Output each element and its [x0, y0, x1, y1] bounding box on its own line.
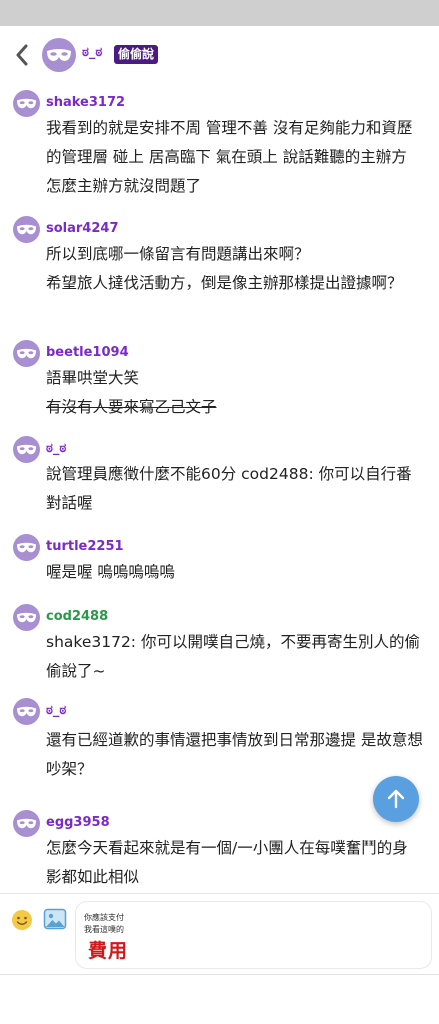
comment-username[interactable]: ಠ_ಠ	[46, 696, 423, 722]
avatar[interactable]	[13, 216, 40, 247]
comment-item: turtle2251 喔是喔 嗚嗚嗚嗚嗚	[0, 532, 439, 602]
scroll-top-button[interactable]	[373, 776, 419, 822]
comment-item: solar4247 所以到底哪一條留言有問題講出來啊？ 希望旅人撻伐活動方，倒是…	[0, 214, 439, 338]
mask-icon	[13, 436, 40, 463]
comment-username[interactable]: cod2488	[46, 602, 423, 628]
comment-item: egg3958 怎麼今天看起來就是有一個/一小團人在每噗奮鬥的身影都如此相似	[0, 808, 439, 896]
comment-username[interactable]: turtle2251	[46, 532, 423, 558]
comment-username[interactable]: beetle1094	[46, 338, 423, 364]
smiley-icon	[12, 910, 32, 930]
mask-icon	[13, 90, 40, 117]
arrow-up-icon	[387, 789, 405, 809]
comment-text: 所以到底哪一條留言有問題講出來啊？ 希望旅人撻伐活動方，倒是像主辦那樣提出證據啊…	[46, 245, 403, 292]
avatar[interactable]	[13, 90, 40, 121]
comment-item: shake3172 我看到的就是安排不周 管理不善 沒有足夠能力和資歷的管理層 …	[0, 88, 439, 214]
back-button[interactable]	[8, 40, 36, 70]
image-icon	[43, 908, 67, 930]
comment-text: 我看到的就是安排不周 管理不善 沒有足夠能力和資歷的管理層 碰上 居高臨下 氣在…	[46, 119, 413, 195]
avatar[interactable]	[13, 534, 40, 565]
ad-text-line2: 我看這噗的	[84, 925, 124, 934]
ad-banner[interactable]: 你應該支付 我看這噗的 費用	[75, 901, 432, 969]
header-username[interactable]: ಠ_ಠ	[82, 45, 102, 60]
divider	[0, 974, 439, 975]
comment-username[interactable]: ಠ_ಠ	[46, 434, 423, 460]
comment-item: cod2488 shake3172: 你可以開噗自己燒，不要再寄生別人的偷偷說了…	[0, 602, 439, 696]
emoji-button[interactable]	[11, 909, 33, 935]
ad-fee-text: 費用	[88, 940, 129, 962]
mask-icon	[42, 38, 76, 72]
avatar[interactable]	[13, 698, 40, 729]
mask-icon	[13, 216, 40, 243]
chevron-left-icon	[16, 44, 28, 66]
comment-text: 還有已經道歉的事情還把事情放到日常那邊提 是故意想吵架？	[46, 731, 423, 778]
avatar[interactable]	[13, 340, 40, 371]
avatar[interactable]	[13, 436, 40, 467]
secret-badge: 偷偷說	[114, 45, 159, 64]
reply-bar: 你應該支付 我看這噗的 費用	[0, 893, 439, 974]
comment-text: 怎麼今天看起來就是有一個/一小團人在每噗奮鬥的身影都如此相似	[46, 839, 408, 886]
ad-text-line1: 你應該支付	[84, 913, 124, 922]
mask-icon	[13, 534, 40, 561]
comment-item: beetle1094 語畢哄堂大笑 有沒有人要來寫乙己文子	[0, 338, 439, 434]
mask-icon	[13, 340, 40, 367]
header: ಠ_ಠ 偷偷說	[0, 26, 439, 84]
comment-text-strikethrough: 有沒有人要來寫乙己文子	[46, 398, 217, 416]
comment-text: 喔是喔 嗚嗚嗚嗚嗚	[46, 563, 175, 581]
mask-icon	[13, 698, 40, 725]
avatar[interactable]	[42, 38, 76, 76]
comment-text: 語畢哄堂大笑	[46, 369, 140, 387]
avatar[interactable]	[13, 604, 40, 635]
comment-text: 說管理員應徵什麼不能60分 cod2488: 你可以自行番對話喔	[46, 465, 412, 512]
image-upload-button[interactable]	[43, 907, 67, 935]
comment-item: ಠ_ಠ 說管理員應徵什麼不能60分 cod2488: 你可以自行番對話喔	[0, 434, 439, 532]
comment-username[interactable]: egg3958	[46, 808, 423, 834]
comment-feed: shake3172 我看到的就是安排不周 管理不善 沒有足夠能力和資歷的管理層 …	[0, 88, 439, 896]
status-bar	[0, 0, 439, 26]
comment-text: shake3172: 你可以開噗自己燒，不要再寄生別人的偷偷說了~	[46, 633, 420, 680]
mask-icon	[13, 604, 40, 631]
mask-icon	[13, 810, 40, 837]
comment-username[interactable]: solar4247	[46, 214, 423, 240]
comment-username[interactable]: shake3172	[46, 88, 423, 114]
avatar[interactable]	[13, 810, 40, 841]
